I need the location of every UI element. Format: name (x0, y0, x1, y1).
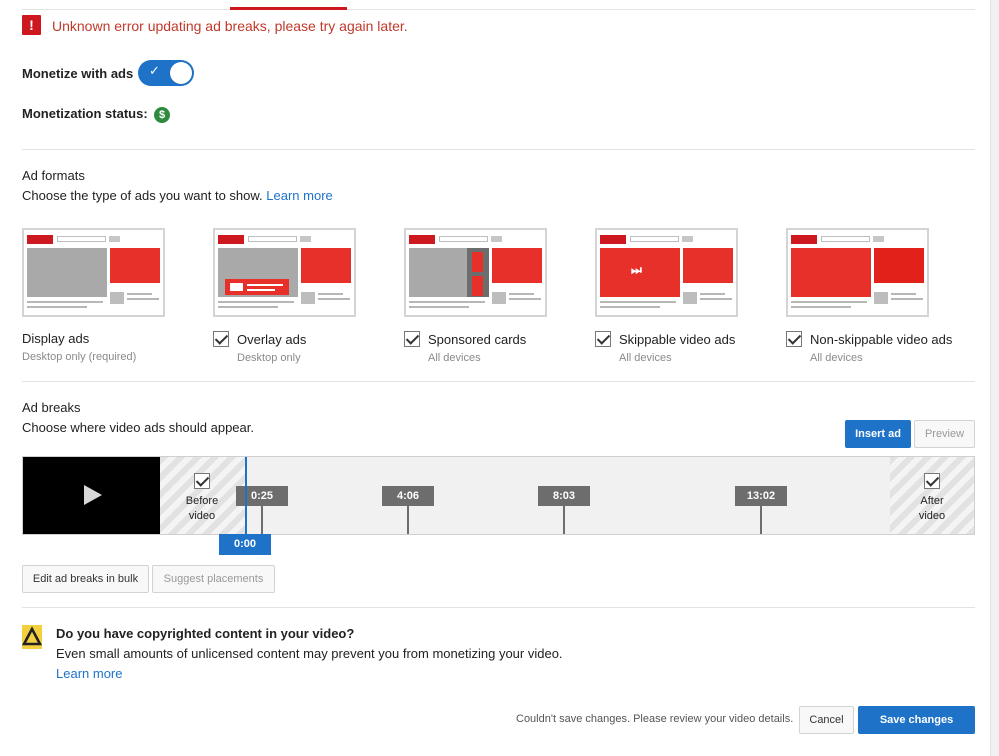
suggest-placements-button[interactable]: Suggest placements (152, 565, 275, 593)
youtube-logo-icon (600, 235, 626, 244)
non-skippable-ads-checkbox[interactable] (786, 331, 802, 347)
sponsored-cards-thumbnail (404, 228, 547, 317)
skippable-ads-thumbnail: ⏭ (595, 228, 738, 317)
playhead-time[interactable]: 0:00 (219, 534, 271, 555)
divider (22, 607, 975, 608)
format-note: All devices (619, 352, 672, 364)
toggle-knob (170, 62, 192, 84)
youtube-logo-icon (791, 235, 817, 244)
play-icon (84, 485, 102, 505)
video-player[interactable] (23, 457, 160, 534)
display-ads-thumbnail (22, 228, 165, 317)
before-video-checkbox[interactable] (194, 473, 210, 489)
ad-break-marker[interactable]: 0:25 (236, 486, 288, 506)
skippable-ads-checkbox[interactable] (595, 331, 611, 347)
non-skippable-ads-thumbnail (786, 228, 929, 317)
ad-break-marker[interactable]: 13:02 (735, 486, 787, 506)
youtube-logo-icon (409, 235, 435, 244)
after-video-checkbox[interactable] (924, 473, 940, 489)
active-tab-indicator (230, 7, 347, 10)
ad-breaks-title: Ad breaks (22, 400, 81, 415)
ad-formats-description: Choose the type of ads you want to show.… (22, 188, 333, 203)
monetize-label: Monetize with ads (22, 66, 134, 81)
insert-ad-button[interactable]: Insert ad (845, 420, 911, 448)
save-changes-button[interactable]: Save changes (858, 706, 975, 734)
before-video-label: Before video (185, 495, 219, 522)
monetize-toggle[interactable]: ✓ (138, 60, 194, 86)
divider (22, 149, 975, 150)
scrollbar[interactable] (990, 0, 999, 756)
format-label: Display ads (22, 331, 90, 346)
playhead-line[interactable] (245, 457, 247, 535)
skip-icon: ⏭ (631, 263, 642, 277)
error-message: Unknown error updating ad breaks, please… (52, 18, 408, 34)
ad-breaks-description: Choose where video ads should appear. (22, 420, 254, 435)
cancel-button[interactable]: Cancel (799, 706, 854, 734)
check-icon: ✓ (149, 63, 160, 78)
format-note: All devices (810, 352, 863, 364)
format-label: Sponsored cards (428, 332, 527, 347)
monetization-status-label: Monetization status: (22, 106, 148, 121)
format-label: Overlay ads (237, 332, 307, 347)
dollar-icon: $ (154, 107, 170, 123)
divider (22, 381, 975, 382)
ad-break-marker-line (563, 506, 565, 534)
format-label: Skippable video ads (619, 332, 736, 347)
format-note: Desktop only (required) (22, 351, 137, 363)
format-note: All devices (428, 352, 481, 364)
youtube-logo-icon (27, 235, 53, 244)
after-video-label: After video (918, 495, 946, 522)
copyright-body: Even small amounts of unlicensed content… (56, 646, 563, 661)
ad-break-marker[interactable]: 8:03 (538, 486, 590, 506)
ad-break-marker-line (261, 506, 263, 534)
save-status-message: Couldn't save changes. Please review you… (516, 713, 794, 725)
exclamation-icon: ! (22, 15, 41, 35)
learn-more-link[interactable]: Learn more (266, 188, 332, 203)
preview-button[interactable]: Preview (914, 420, 975, 448)
overlay-ads-thumbnail (213, 228, 356, 317)
ad-formats-title: Ad formats (22, 168, 85, 183)
overlay-ads-checkbox[interactable] (213, 331, 229, 347)
copyright-title: Do you have copyrighted content in your … (56, 626, 355, 641)
ad-break-marker-line (760, 506, 762, 534)
edit-ad-breaks-bulk-button[interactable]: Edit ad breaks in bulk (22, 565, 149, 593)
format-note: Desktop only (237, 352, 301, 364)
format-label: Non-skippable video ads (810, 332, 953, 347)
warning-icon (22, 625, 42, 649)
learn-more-link[interactable]: Learn more (56, 666, 122, 681)
ad-formats-description-text: Choose the type of ads you want to show. (22, 188, 263, 203)
sponsored-cards-checkbox[interactable] (404, 331, 420, 347)
ad-break-marker[interactable]: 4:06 (382, 486, 434, 506)
divider (22, 9, 975, 10)
ad-break-marker-line (407, 506, 409, 534)
youtube-logo-icon (218, 235, 244, 244)
